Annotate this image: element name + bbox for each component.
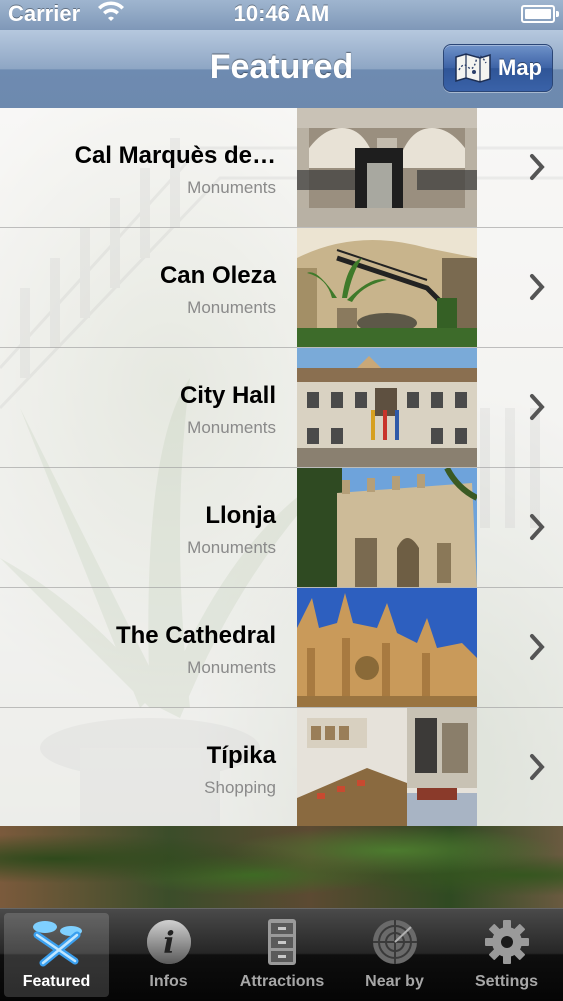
map-button-label: Map [498, 55, 542, 80]
tab-label: Settings [474, 973, 539, 990]
item-category: Monuments [187, 418, 276, 437]
info-icon: i [146, 920, 191, 964]
chevron-right-icon [530, 154, 545, 180]
list-item[interactable]: Can Oleza Monuments [0, 228, 563, 348]
navigation-bar: Featured Map [0, 30, 563, 109]
featured-list: Cal Marquès de… Monuments Can Oleza Monu… [0, 108, 563, 828]
list-item[interactable]: City Hall Monuments [0, 348, 563, 468]
tab-label: Attractions [239, 973, 325, 990]
item-title: The Cathedral [115, 622, 276, 649]
item-title: Típika [206, 742, 276, 769]
tab-attractions[interactable]: Attractions [228, 909, 336, 1001]
item-thumbnail [297, 348, 477, 467]
gear-icon [484, 920, 529, 964]
item-thumbnail [297, 108, 477, 227]
tab-label: Featured [22, 973, 91, 990]
list-item[interactable]: Típika Shopping [0, 708, 563, 828]
clock: 10:46 AM [233, 1, 330, 26]
featured-list-view[interactable]: Cal Marquès de… Monuments Can Oleza Monu… [0, 108, 563, 908]
item-category: Monuments [187, 658, 276, 677]
tab-infos[interactable]: i Infos [116, 909, 221, 1001]
status-bar: Carrier 10:46 AM [0, 0, 563, 30]
item-category: Shopping [204, 778, 276, 797]
list-item[interactable]: Cal Marquès de… Monuments [0, 108, 563, 228]
cabinet-icon [268, 919, 296, 965]
item-category: Monuments [187, 298, 276, 317]
item-thumbnail [297, 228, 477, 347]
battery-icon [521, 5, 559, 23]
chevron-right-icon [530, 274, 545, 300]
item-thumbnail [297, 708, 477, 827]
tab-label: Near by [365, 973, 424, 990]
item-category: Monuments [187, 538, 276, 557]
map-button[interactable]: Map [443, 44, 553, 92]
map-icon [455, 53, 491, 83]
item-thumbnail [297, 468, 477, 587]
item-title: Llonja [205, 502, 276, 529]
item-title: City Hall [179, 382, 276, 409]
tab-featured[interactable]: Featured [4, 913, 109, 997]
list-item[interactable]: Llonja Monuments [0, 468, 563, 588]
tab-near-by[interactable]: Near by [342, 909, 447, 1001]
list-item[interactable]: The Cathedral Monuments [0, 588, 563, 708]
item-thumbnail [297, 588, 477, 707]
featured-icon [32, 921, 82, 967]
chevron-right-icon [530, 394, 545, 420]
svg-text:i: i [163, 926, 174, 961]
chevron-right-icon [530, 514, 545, 540]
chevron-right-icon [530, 754, 545, 780]
tab-label: Infos [149, 973, 188, 990]
item-title: Cal Marquès de… [74, 142, 276, 169]
chevron-right-icon [530, 634, 545, 660]
background-garden-image [0, 826, 563, 908]
tab-settings[interactable]: Settings [454, 909, 559, 1001]
radar-icon [372, 920, 417, 964]
item-category: Monuments [187, 178, 276, 197]
item-title: Can Oleza [159, 262, 276, 289]
tab-bar: Featured i Infos Attractions Near by Set… [0, 908, 563, 1001]
